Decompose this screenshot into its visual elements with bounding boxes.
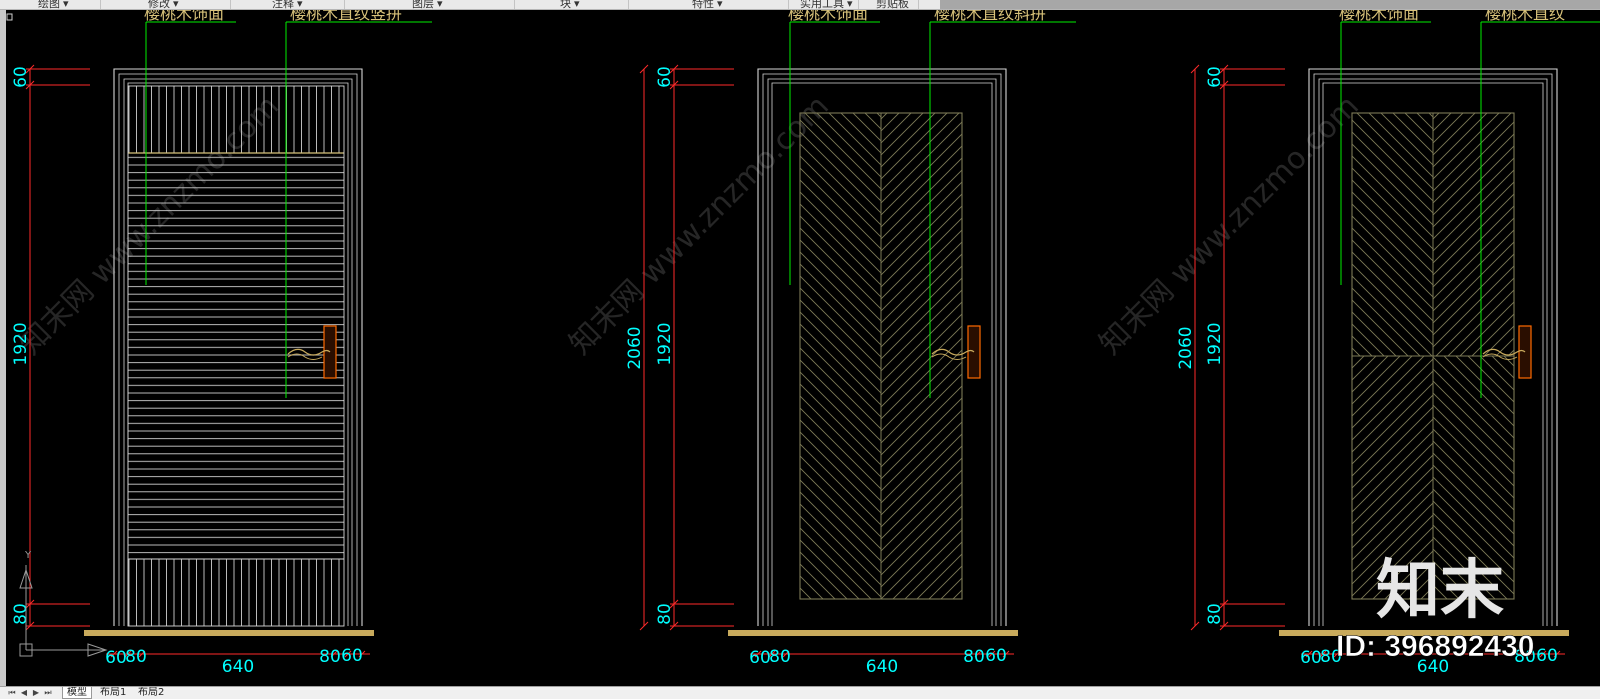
tab-model[interactable]: 模型: [62, 687, 92, 699]
ribbon-panel-3[interactable]: 注释 ▾: [272, 0, 303, 9]
brand-logo-text: 知末: [1376, 554, 1504, 628]
tab-first-icon[interactable]: ⏮: [8, 688, 16, 697]
panel-bottom-vertical-grain: [128, 559, 344, 626]
ribbon-separator: [230, 0, 231, 9]
dimension-text-horizontal: 60: [749, 648, 771, 668]
dimension-text-vertical: 1920: [11, 322, 31, 365]
dimension-text-horizontal: 640: [222, 657, 254, 677]
tab-prev-icon[interactable]: ◀: [20, 688, 28, 697]
viewport-marker: [6, 13, 13, 21]
dimension-text-horizontal: 60: [985, 646, 1007, 666]
callout-label-2: 樱桃木直纹斜拼: [934, 10, 1046, 23]
dimension-text-horizontal: 60: [341, 646, 363, 666]
door-elevation-1: 樱桃木饰面 樱桃木直纹竖拼601920806080 640 80 60: [11, 10, 432, 677]
drawing-canvas[interactable]: 知末网 www.znzmo.com知末网 www.znzmo.com知末网 ww…: [6, 10, 1600, 686]
dimension-text-horizontal: 60: [1536, 646, 1558, 666]
watermark-text: 知末网 www.znzmo.com: [1093, 89, 1366, 362]
floor-strip: [728, 630, 1018, 636]
floor-strip: [84, 630, 374, 636]
callout-label-2: 樱桃木直纹: [1485, 10, 1565, 23]
dimension-text-horizontal: 80: [125, 647, 147, 667]
panel-hatch-right: [881, 113, 962, 599]
dimension-text-horizontal: 80: [963, 647, 985, 667]
dimension-text-horizontal: 80: [769, 647, 791, 667]
id-label-text: ID: 396892430: [1336, 630, 1535, 663]
ribbon-panel-8[interactable]: 剪贴板: [876, 0, 909, 9]
callout-label-2: 樱桃木直纹竖拼: [290, 10, 402, 23]
panel-hatch-q2: [1433, 113, 1514, 356]
ribbon-separator: [628, 0, 629, 9]
ribbon-separator: [514, 0, 515, 9]
cad-drawing[interactable]: 知末网 www.znzmo.com知末网 www.znzmo.com知末网 ww…: [6, 10, 1600, 686]
dimension-text-vertical: 80: [11, 603, 31, 625]
dimension-text-horizontal: 80: [319, 647, 341, 667]
ribbon-separator: [858, 0, 859, 9]
ribbon-panel-5[interactable]: 块 ▾: [560, 0, 580, 9]
watermark-text: 知末网 www.znzmo.com: [563, 89, 836, 362]
ribbon-inactive-area: [940, 0, 1600, 9]
panel-middle-horizontal-grain: [128, 153, 344, 559]
ucs-y-label: Y: [24, 550, 32, 561]
callout-label-1: 樱桃木饰面: [788, 10, 868, 23]
tab-last-icon[interactable]: ⏭: [44, 688, 52, 697]
ribbon-panel-6[interactable]: 特性 ▾: [692, 0, 723, 9]
ribbon-separator: [918, 0, 919, 9]
dimension-text-overall: 2060: [1176, 326, 1196, 369]
dimension-text-vertical: 80: [655, 603, 675, 625]
panel-top-vertical-grain: [128, 86, 344, 153]
dimension-text-vertical: 60: [1205, 66, 1225, 88]
ribbon-panel-4[interactable]: 图层 ▾: [412, 0, 443, 9]
ribbon-panel-2[interactable]: 修改 ▾: [148, 0, 179, 9]
ribbon-separator: [100, 0, 101, 9]
callout-label-1: 樱桃木饰面: [144, 10, 224, 23]
dimension-text-overall: 2060: [625, 326, 645, 369]
tab-next-icon[interactable]: ▶: [32, 688, 40, 697]
dimension-text-vertical: 1920: [1205, 322, 1225, 365]
callout-label-1: 樱桃木饰面: [1339, 10, 1419, 23]
ribbon-toolbar: 绘图 ▾ 修改 ▾ 注释 ▾ 图层 ▾ 块 ▾ 特性 ▾ 实用工具 ▾ 剪贴板: [0, 0, 1600, 10]
ribbon-separator: [344, 0, 345, 9]
door-elevation-2: 樱桃木饰面 樱桃木直纹斜拼6019208020606080 640 80 60: [625, 10, 1076, 677]
dimension-text-horizontal: 640: [866, 657, 898, 677]
ribbon-panel-7[interactable]: 实用工具 ▾: [800, 0, 853, 9]
dimension-text-vertical: 60: [655, 66, 675, 88]
dimension-text-vertical: 80: [1205, 603, 1225, 625]
ribbon-panel-1[interactable]: 绘图 ▾: [38, 0, 69, 9]
dimension-text-vertical: 1920: [655, 322, 675, 365]
layout-tab-bar: ⏮ ◀ ▶ ⏭ 模型 布局1 布局2: [0, 686, 1600, 699]
ucs-icon: Y: [19, 550, 108, 657]
panel-hatch-left: [800, 113, 881, 599]
dimension-text-vertical: 60: [11, 66, 31, 88]
dimension-text-horizontal: 60: [105, 648, 127, 668]
tab-layout1[interactable]: 布局1: [96, 687, 130, 698]
panel-hatch-q1: [1352, 113, 1433, 356]
dimension-text-horizontal: 60: [1300, 648, 1322, 668]
ribbon-separator: [788, 0, 789, 9]
tab-layout2[interactable]: 布局2: [134, 687, 168, 698]
